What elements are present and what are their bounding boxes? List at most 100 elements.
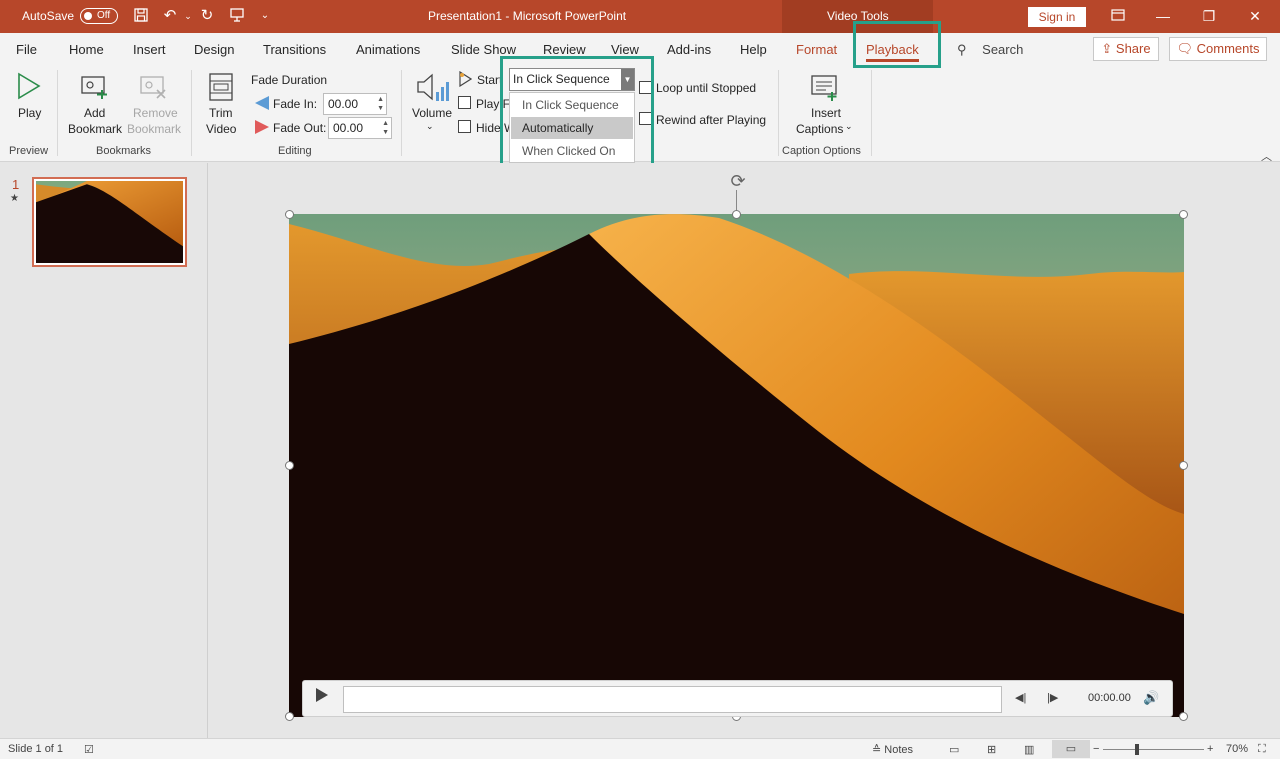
- insert-captions-label-2[interactable]: Captions: [796, 122, 843, 136]
- playback-highlight-box: [853, 21, 941, 68]
- video-volume-icon[interactable]: 🔊: [1143, 690, 1159, 706]
- redo-icon[interactable]: ↻: [198, 7, 216, 25]
- remove-bookmark-label-1: Remove: [133, 106, 178, 120]
- normal-view-icon[interactable]: ▭: [949, 743, 959, 756]
- zoom-slider-track[interactable]: [1103, 749, 1204, 750]
- trim-video-label-2[interactable]: Video: [206, 122, 236, 136]
- trim-video-icon[interactable]: [208, 72, 234, 105]
- editing-group-label: Editing: [278, 145, 312, 157]
- volume-icon[interactable]: [416, 72, 450, 107]
- play-button[interactable]: Play: [18, 106, 41, 120]
- caption-options-group-label: Caption Options: [782, 145, 861, 157]
- video-progress-track[interactable]: [343, 686, 1002, 713]
- tab-format[interactable]: Format: [796, 42, 837, 57]
- volume-dropdown-icon[interactable]: ⌄: [426, 121, 434, 132]
- share-button[interactable]: ⇪ Share: [1093, 37, 1159, 61]
- play-preview-icon[interactable]: [16, 72, 42, 103]
- skip-back-icon[interactable]: ◀|: [1015, 691, 1026, 704]
- fade-in-icon: [254, 95, 270, 114]
- share-label: Share: [1115, 41, 1151, 56]
- spinner-arrows-icon[interactable]: ▲ ▼: [377, 95, 384, 113]
- zoom-level[interactable]: 70%: [1226, 743, 1248, 755]
- restore-icon[interactable]: ❐: [1198, 5, 1220, 27]
- video-frame[interactable]: [289, 214, 1184, 717]
- fade-out-input[interactable]: 00.00 ▲ ▼: [328, 117, 392, 139]
- tab-animations[interactable]: Animations: [356, 42, 420, 57]
- comments-button[interactable]: 🗨 Comments: [1169, 37, 1267, 61]
- close-icon[interactable]: ✕: [1244, 5, 1266, 27]
- tab-review[interactable]: Review: [543, 42, 586, 57]
- bookmarks-group-label: Bookmarks: [96, 145, 152, 157]
- reading-view-icon[interactable]: ▥: [1024, 743, 1034, 756]
- tab-file[interactable]: File: [16, 42, 37, 57]
- undo-icon[interactable]: ↶: [161, 7, 179, 25]
- minimize-icon[interactable]: —: [1152, 5, 1174, 27]
- tab-home[interactable]: Home: [69, 42, 104, 57]
- tab-transitions[interactable]: Transitions: [263, 42, 326, 57]
- collapse-ribbon-icon[interactable]: ︿: [1261, 148, 1272, 164]
- rotate-handle-icon[interactable]: ⟳: [727, 170, 749, 192]
- comment-icon: 🗨: [1176, 41, 1194, 56]
- resize-handle[interactable]: [285, 712, 294, 721]
- trim-video-label-1[interactable]: Trim: [209, 106, 233, 120]
- start-label: Start: [477, 73, 503, 87]
- customize-qat-icon[interactable]: ⌄: [256, 7, 274, 25]
- autosave-toggle[interactable]: Off: [80, 8, 118, 24]
- autosave-state: Off: [97, 10, 111, 21]
- undo-dropdown-icon[interactable]: ⌄: [179, 7, 197, 25]
- fade-in-input[interactable]: 00.00 ▲ ▼: [323, 93, 387, 115]
- play-full-screen-checkbox[interactable]: [458, 96, 471, 109]
- video-play-icon[interactable]: [315, 687, 329, 706]
- save-icon[interactable]: [132, 7, 150, 25]
- resize-handle[interactable]: [1179, 461, 1188, 470]
- preview-group-label: Preview: [9, 145, 49, 157]
- resize-handle[interactable]: [1179, 210, 1188, 219]
- tab-add-ins[interactable]: Add-ins: [667, 42, 711, 57]
- search-box[interactable]: ⚲ Search: [957, 42, 1023, 58]
- tab-help[interactable]: Help: [740, 42, 767, 57]
- insert-captions-label-1[interactable]: Insert: [811, 106, 841, 120]
- resize-handle[interactable]: [732, 210, 741, 219]
- desert-dune-image: [289, 214, 1184, 717]
- tab-slide-show[interactable]: Slide Show: [451, 42, 516, 57]
- remove-bookmark-icon: [139, 74, 169, 103]
- slide-show-view-icon[interactable]: ▭: [1052, 740, 1090, 758]
- tab-view[interactable]: View: [611, 42, 639, 57]
- tab-design[interactable]: Design: [194, 42, 234, 57]
- skip-forward-icon[interactable]: |▶: [1047, 691, 1058, 704]
- insert-captions-icon[interactable]: [810, 74, 840, 105]
- ribbon-display-options-icon[interactable]: [1107, 5, 1129, 27]
- volume-label[interactable]: Volume: [412, 106, 452, 120]
- accessibility-icon[interactable]: ☑: [84, 743, 94, 756]
- slides-pane: 1 ★: [0, 163, 208, 738]
- title-bar: AutoSave Off ↶ ⌄ ↻ ⌄ Presentation1 - Mic…: [0, 0, 1280, 33]
- add-bookmark-icon[interactable]: [80, 74, 110, 103]
- resize-handle[interactable]: [285, 461, 294, 470]
- status-bar: Slide 1 of 1 ☑ ≙ Notes ▭ ⊞ ▥ ▭ − + 70% ⛶: [0, 738, 1280, 759]
- add-bookmark-label-1[interactable]: Add: [84, 106, 105, 120]
- fade-out-icon: [254, 119, 270, 138]
- loop-until-stopped-label: Loop until Stopped: [656, 81, 757, 95]
- sign-in-button[interactable]: Sign in: [1028, 7, 1086, 27]
- add-bookmark-label-2[interactable]: Bookmark: [68, 122, 122, 136]
- fade-in-label: Fade In:: [273, 97, 318, 111]
- tab-insert[interactable]: Insert: [133, 42, 166, 57]
- video-player-controls: ◀| |▶ 00:00.00 🔊: [302, 680, 1173, 717]
- remove-bookmark-label-2: Bookmark: [127, 122, 182, 136]
- notes-button[interactable]: ≙ Notes: [872, 743, 913, 756]
- notes-label: Notes: [884, 744, 914, 756]
- animation-star-icon: ★: [10, 193, 19, 204]
- document-title: Presentation1 - Microsoft PowerPoint: [428, 9, 627, 23]
- spinner-arrows-icon[interactable]: ▲ ▼: [382, 119, 389, 137]
- captions-dropdown-icon[interactable]: ⌄: [845, 121, 853, 132]
- hide-while-not-playing-checkbox[interactable]: [458, 120, 471, 133]
- zoom-in-icon[interactable]: +: [1207, 743, 1213, 755]
- zoom-slider-thumb[interactable]: [1135, 744, 1139, 755]
- slide-sorter-icon[interactable]: ⊞: [987, 743, 996, 756]
- present-icon[interactable]: [228, 7, 246, 25]
- zoom-out-icon[interactable]: −: [1093, 743, 1099, 755]
- resize-handle[interactable]: [285, 210, 294, 219]
- fit-slide-icon[interactable]: ⛶: [1258, 743, 1266, 756]
- slide-thumbnail[interactable]: [32, 177, 187, 267]
- resize-handle[interactable]: [1179, 712, 1188, 721]
